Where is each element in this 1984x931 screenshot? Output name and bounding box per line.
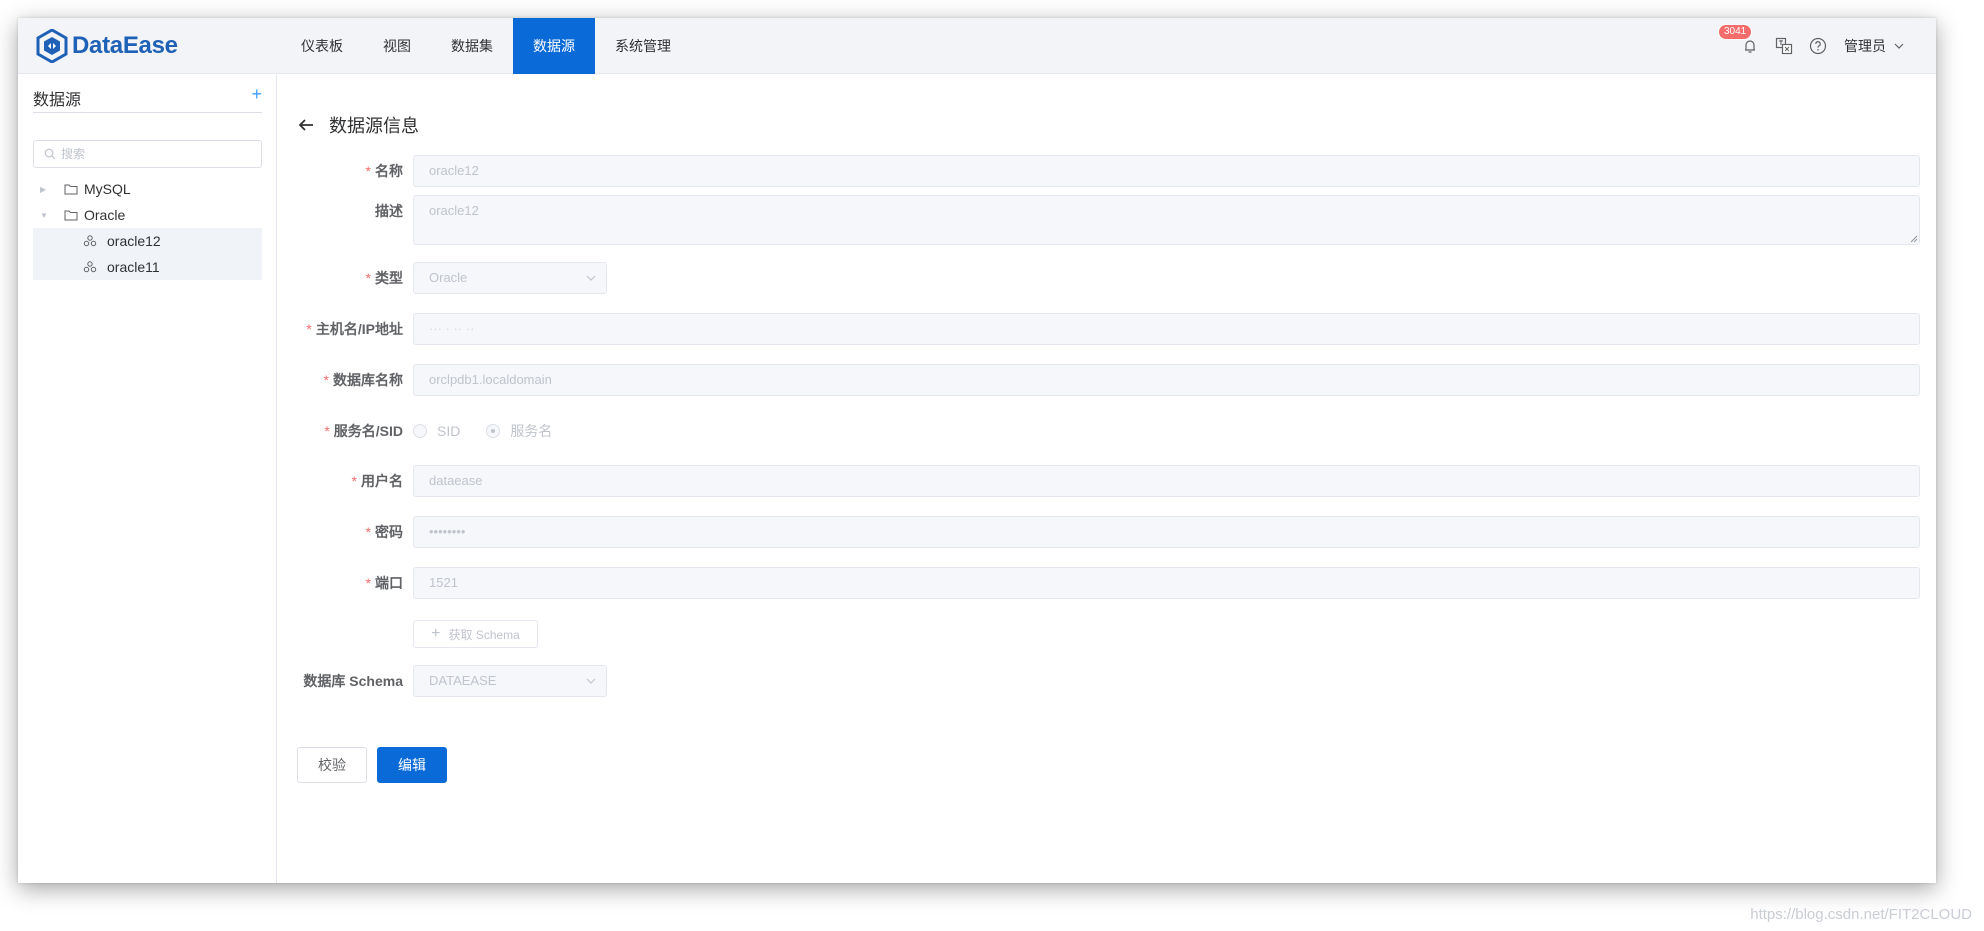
caret-down-icon[interactable]: ▼ xyxy=(40,211,52,220)
validate-button[interactable]: 校验 xyxy=(297,747,367,783)
type-select[interactable]: Oracle xyxy=(413,262,607,294)
notification-button[interactable]: 3041 xyxy=(1718,24,1760,56)
chevron-down-icon xyxy=(586,678,596,684)
bell-icon xyxy=(1745,40,1755,53)
host-input[interactable]: ··· · ·· ·· xyxy=(413,313,1920,345)
datasource-icon xyxy=(83,235,97,247)
tree-node-label: oracle11 xyxy=(107,259,160,275)
tree-node-oracle[interactable]: ▼ Oracle xyxy=(33,202,262,228)
back-button[interactable] xyxy=(298,118,314,132)
port-input[interactable]: 1521 xyxy=(413,567,1920,599)
page-header: 数据源信息 xyxy=(298,112,419,138)
help-icon xyxy=(1809,37,1827,55)
radio-dot xyxy=(413,424,427,438)
main-nav: 仪表板 视图 数据集 数据源 系统管理 xyxy=(281,18,691,74)
nav-system[interactable]: 系统管理 xyxy=(595,18,691,74)
plus-icon: + xyxy=(431,625,441,642)
tree-node-label: oracle12 xyxy=(107,233,161,249)
search-icon xyxy=(44,148,56,160)
radio-sid[interactable]: SID xyxy=(413,423,460,439)
datasource-icon xyxy=(83,261,97,273)
form-row-password: * 密码 xyxy=(278,516,413,548)
form-row-dbname: * 数据库名称 xyxy=(278,364,413,396)
schema-label: 数据库 Schema xyxy=(303,673,403,689)
tree-node-label: MySQL xyxy=(84,181,131,197)
watermark: https://blog.csdn.net/FIT2CLOUD xyxy=(1750,906,1972,923)
service-label: * 服务名/SID xyxy=(324,423,403,439)
arrow-left-icon xyxy=(298,119,313,131)
desc-textarea[interactable]: oracle12 xyxy=(413,195,1920,245)
port-label: * 端口 xyxy=(365,575,403,591)
type-label: * 类型 xyxy=(365,270,403,286)
form-row-host: * 主机名/IP地址 xyxy=(278,313,413,345)
nav-datasource[interactable]: 数据源 xyxy=(513,18,595,74)
add-datasource-button[interactable]: + xyxy=(251,84,262,105)
translate-icon xyxy=(1775,37,1793,55)
desc-label: 描述 xyxy=(375,203,403,219)
caret-right-icon[interactable]: ▶ xyxy=(40,185,52,194)
tree-node-oracle11[interactable]: oracle11 xyxy=(33,254,262,280)
service-radio-group: SID 服务名 xyxy=(413,415,578,447)
form-row-type: * 类型 xyxy=(278,262,413,294)
logo-icon xyxy=(36,29,68,63)
user-name: 管理员 xyxy=(1844,38,1886,54)
folder-icon xyxy=(64,183,78,195)
user-menu[interactable]: 管理员 xyxy=(1844,36,1904,56)
form-row-port: * 端口 xyxy=(278,567,413,599)
radio-service-name[interactable]: 服务名 xyxy=(486,421,552,441)
logo[interactable]: DataEase xyxy=(36,27,178,65)
sidebar-header: 数据源 + xyxy=(33,84,262,113)
datasource-form-panel: 数据源信息 * 名称 oracle12 描述 oracle12 * 类型 Oracl… xyxy=(278,74,1936,883)
dbname-input[interactable]: orclpdb1.localdomain xyxy=(413,364,1920,396)
folder-icon xyxy=(64,209,78,221)
type-value: Oracle xyxy=(429,270,468,285)
notification-badge: 3041 xyxy=(1718,24,1753,40)
radio-dot-checked xyxy=(486,424,501,438)
tree-node-mysql[interactable]: ▶ MySQL xyxy=(33,176,262,202)
help-button[interactable] xyxy=(1808,36,1828,56)
tree-node-oracle12[interactable]: oracle12 xyxy=(33,228,262,254)
username-input[interactable]: dataease xyxy=(413,465,1920,497)
logo-text: DataEase xyxy=(72,32,178,59)
schema-select[interactable]: DATAEASE xyxy=(413,665,607,697)
resize-handle-icon[interactable] xyxy=(1910,235,1918,243)
form-row-username: * 用户名 xyxy=(278,465,413,497)
form-row-schema: 数据库 Schema xyxy=(278,665,413,697)
chevron-down-icon xyxy=(586,275,596,281)
dbname-label: * 数据库名称 xyxy=(323,372,403,388)
password-input[interactable]: •••••••• xyxy=(413,516,1920,548)
chevron-down-icon xyxy=(1894,43,1904,49)
page-title: 数据源信息 xyxy=(329,116,419,136)
search-input[interactable] xyxy=(61,147,241,161)
name-label: * 名称 xyxy=(365,163,403,179)
username-label: * 用户名 xyxy=(351,473,403,489)
app-window: DataEase 仪表板 视图 数据集 数据源 系统管理 3041 管理员 数据… xyxy=(18,18,1936,883)
language-button[interactable] xyxy=(1774,36,1794,56)
form-row-desc: 描述 xyxy=(278,195,413,227)
datasource-tree: ▶ MySQL ▼ Oracle oracle12 oracle11 xyxy=(33,176,262,280)
host-label: * 主机名/IP地址 xyxy=(306,321,403,337)
top-header: DataEase 仪表板 视图 数据集 数据源 系统管理 3041 管理员 xyxy=(18,18,1936,74)
nav-dataset[interactable]: 数据集 xyxy=(431,18,513,74)
tree-node-label: Oracle xyxy=(84,207,126,223)
search-box xyxy=(33,140,262,168)
edit-button[interactable]: 编辑 xyxy=(377,747,447,783)
get-schema-button[interactable]: + 获取 Schema xyxy=(413,620,538,648)
schema-value: DATAEASE xyxy=(429,673,497,688)
form-row-name: * 名称 xyxy=(278,155,413,187)
nav-view[interactable]: 视图 xyxy=(363,18,431,74)
nav-dashboard[interactable]: 仪表板 xyxy=(281,18,363,74)
sidebar-title: 数据源 xyxy=(33,92,82,109)
password-label: * 密码 xyxy=(365,524,403,540)
datasource-sidebar: 数据源 + ▶ MySQL ▼ Oracle xyxy=(18,74,277,883)
name-input[interactable]: oracle12 xyxy=(413,155,1920,187)
desc-value: oracle12 xyxy=(429,203,479,218)
form-row-service: * 服务名/SID xyxy=(278,415,413,447)
header-actions: 3041 管理员 xyxy=(1718,18,1904,74)
